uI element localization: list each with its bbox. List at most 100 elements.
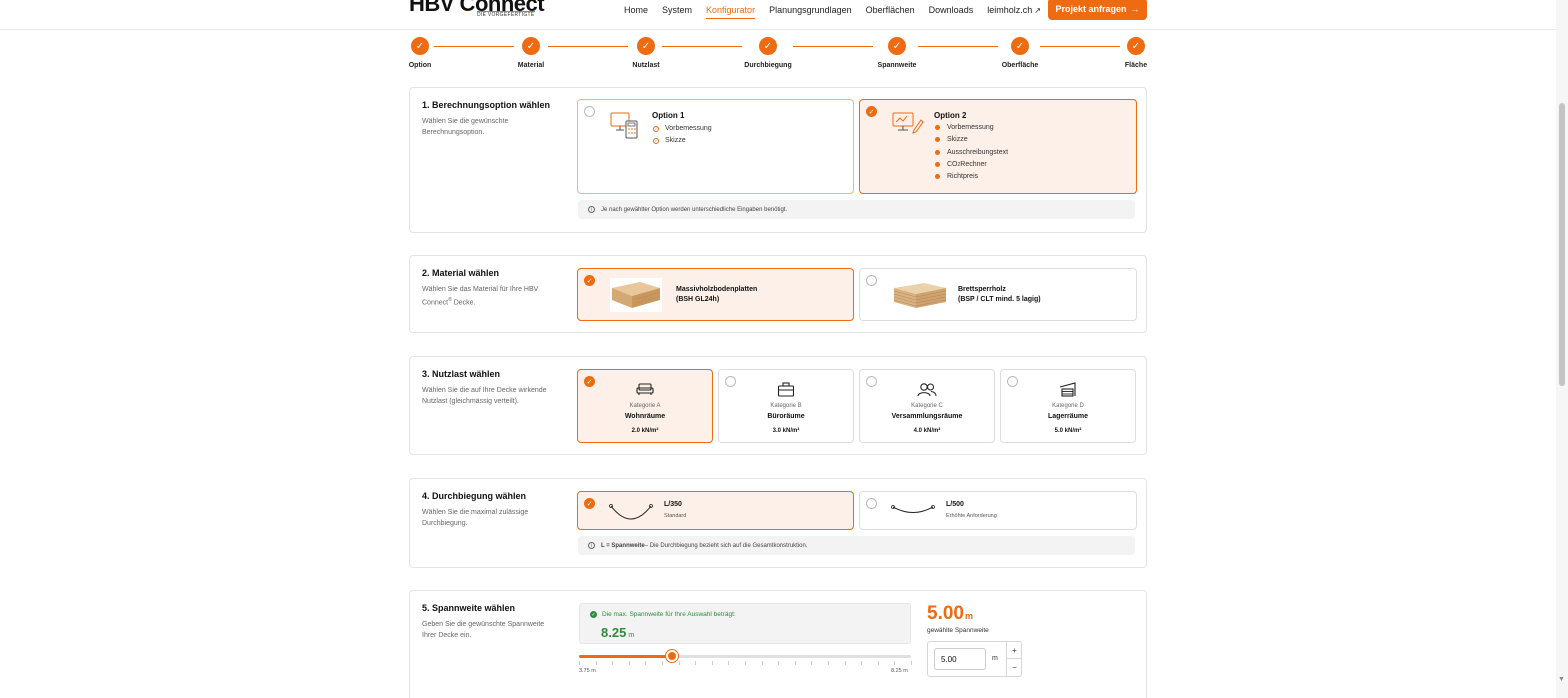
nav-leimholz[interactable]: leimholz.ch ↗ (987, 4, 1041, 19)
sofa-icon (636, 383, 654, 395)
slider-tick (745, 661, 746, 665)
slider-tick (811, 661, 813, 665)
slider-tick (579, 661, 580, 665)
feature-item: Vorbemessung (935, 124, 994, 131)
option-1-card[interactable]: Option 1 ✓ Vorbemessung ✓ Skizze (577, 99, 854, 194)
deflection-subtitle: Erhöhte Anforderung (946, 513, 997, 519)
check-circle-icon: ✓ (653, 125, 659, 132)
radio-button[interactable] (725, 376, 736, 387)
nav-leimholz-label: leimholz.ch (987, 5, 1033, 15)
stepper-connector (662, 46, 742, 47)
span-slider[interactable] (579, 650, 912, 665)
bullet-icon (935, 137, 940, 142)
selected-span-label: gewählte Spannweite (927, 627, 989, 634)
nav-system[interactable]: System (662, 4, 692, 19)
material-brettsperrholz-card[interactable]: Brettsperrholz (BSP / CLT mind. 5 lagig) (859, 268, 1137, 321)
radio-button-checked[interactable]: ✓ (584, 376, 595, 387)
bullet-icon (935, 150, 940, 155)
max-span-text: Die max. Spannweite für Ihre Auswahl bet… (602, 611, 736, 618)
nav-konfigurator[interactable]: Konfigurator (706, 4, 756, 19)
massivholz-image (610, 278, 662, 312)
deflection-l500-card[interactable]: L/500 Erhöhte Anforderung (859, 491, 1137, 530)
step-label: Nutzlast (632, 62, 660, 69)
load-card-kategorie-d[interactable]: Kategorie D Lagerräume 5.0 kN/m² (1000, 369, 1136, 443)
material-name: Brettsperrholz (958, 286, 1006, 293)
decrement-button[interactable]: − (1006, 659, 1022, 676)
nav-downloads[interactable]: Downloads (929, 4, 974, 19)
project-request-button[interactable]: Projekt anfragen → (1048, 0, 1147, 20)
load-category: Kategorie D (1052, 403, 1084, 409)
increment-button[interactable]: + (1006, 642, 1022, 659)
slider-tick (861, 661, 863, 665)
nav-planungsgrundlagen[interactable]: Planungsgrundlagen (769, 4, 852, 19)
info-text-bold: L = Spannweite (601, 542, 645, 549)
logo[interactable]: HBV Connect DIE VORGEFERTIGTE (409, 0, 545, 18)
deflection-l350-card[interactable]: ✓ L/350 Standard (577, 491, 854, 530)
load-name: Versammlungsräume (891, 413, 963, 420)
section-description: Wählen Sie das Material für Ihre HBV Con… (422, 284, 552, 308)
slider-tick (695, 661, 697, 665)
slider-tick (877, 661, 879, 665)
computer-calculator-icon (610, 112, 638, 139)
check-circle-icon: ✓ (590, 611, 597, 618)
span-input-unit: m (992, 655, 998, 662)
load-card-kategorie-b[interactable]: Kategorie B Büroräume 3.0 kN/m² (718, 369, 854, 443)
slider-tick (595, 661, 597, 665)
option-2-card[interactable]: ✓ Option 2 Vorbemessung Skizze Ausschrei… (859, 99, 1137, 194)
load-card-kategorie-c[interactable]: Kategorie C Versammlungsräume 4.0 kN/m² (859, 369, 995, 443)
slider-tick (828, 661, 829, 665)
stepper-connector (1040, 46, 1120, 47)
radio-button-checked[interactable]: ✓ (866, 106, 877, 117)
radio-button-checked[interactable]: ✓ (584, 275, 595, 286)
slider-tick (678, 661, 680, 665)
warehouse-icon (1059, 382, 1076, 397)
section-berechnungsoption: 1. Berechnungsoption wählen Wählen Sie d… (409, 87, 1147, 233)
deflection-title: L/500 (946, 501, 964, 508)
section-title: 4. Durchbiegung wählen (422, 491, 527, 501)
section-title: 3. Nutzlast wählen (422, 369, 501, 379)
load-card-kategorie-a[interactable]: ✓ Kategorie A Wohnräume 2.0 kN/m² (577, 369, 713, 443)
material-spec: (BSH GL24h) (676, 296, 720, 303)
radio-button[interactable] (866, 498, 877, 509)
slider-tick (662, 661, 663, 665)
nav-oberflaechen[interactable]: Oberflächen (866, 4, 915, 19)
slider-tick (844, 661, 846, 665)
max-span-box: ✓ Die max. Spannweite für Ihre Auswahl b… (579, 603, 911, 644)
page-scrollbar[interactable]: ▼ (1556, 0, 1568, 698)
section-durchbiegung: 4. Durchbiegung wählen Wählen Sie die ma… (409, 478, 1147, 568)
option-title: Option 1 (652, 111, 685, 120)
section-description: Wählen Sie die maximal zulässige Durchbi… (422, 509, 529, 527)
radio-button[interactable] (866, 376, 877, 387)
feature-item: Skizze (935, 136, 968, 143)
radio-button-checked[interactable]: ✓ (584, 498, 595, 509)
slider-thumb[interactable] (665, 650, 678, 662)
check-icon: ✓ (759, 37, 777, 55)
slider-tick (778, 661, 780, 665)
radio-button[interactable] (1007, 376, 1018, 387)
stepper-connector (548, 46, 628, 47)
load-value: 3.0 kN/m² (772, 428, 800, 434)
slider-fill (579, 655, 672, 658)
slider-tick (894, 661, 896, 665)
bullet-icon (935, 174, 940, 179)
nav-home[interactable]: Home (624, 4, 648, 19)
scrollbar-thumb[interactable] (1559, 103, 1565, 386)
deflection-curve-icon (609, 504, 653, 520)
check-icon: ✓ (888, 37, 906, 55)
check-circle-icon: ✓ (653, 137, 659, 144)
project-request-label: Projekt anfragen (1055, 4, 1127, 14)
load-name: Büroräume (767, 413, 805, 420)
deflection-subtitle: Standard (664, 513, 687, 519)
radio-button[interactable] (584, 106, 595, 117)
span-input[interactable] (934, 648, 986, 670)
load-value: 4.0 kN/m² (913, 428, 941, 434)
material-name: Massivholzbodenplatten (676, 286, 758, 293)
info-note: i L = Spannweite – Die Durchbiegung bezi… (578, 536, 1135, 555)
feature-label: Richtpreis (947, 173, 979, 180)
material-massivholz-card[interactable]: ✓ Massivholzbodenplatten (BSH GL24h) (577, 268, 854, 321)
scroll-down-icon[interactable]: ▼ (1558, 676, 1565, 683)
feature-item: CO 2 Rechner (935, 161, 987, 168)
radio-button[interactable] (866, 275, 877, 286)
slider-min-label: 3.75 m (579, 668, 596, 674)
site-header: HBV Connect DIE VORGEFERTIGTE Home Syste… (0, 0, 1568, 30)
